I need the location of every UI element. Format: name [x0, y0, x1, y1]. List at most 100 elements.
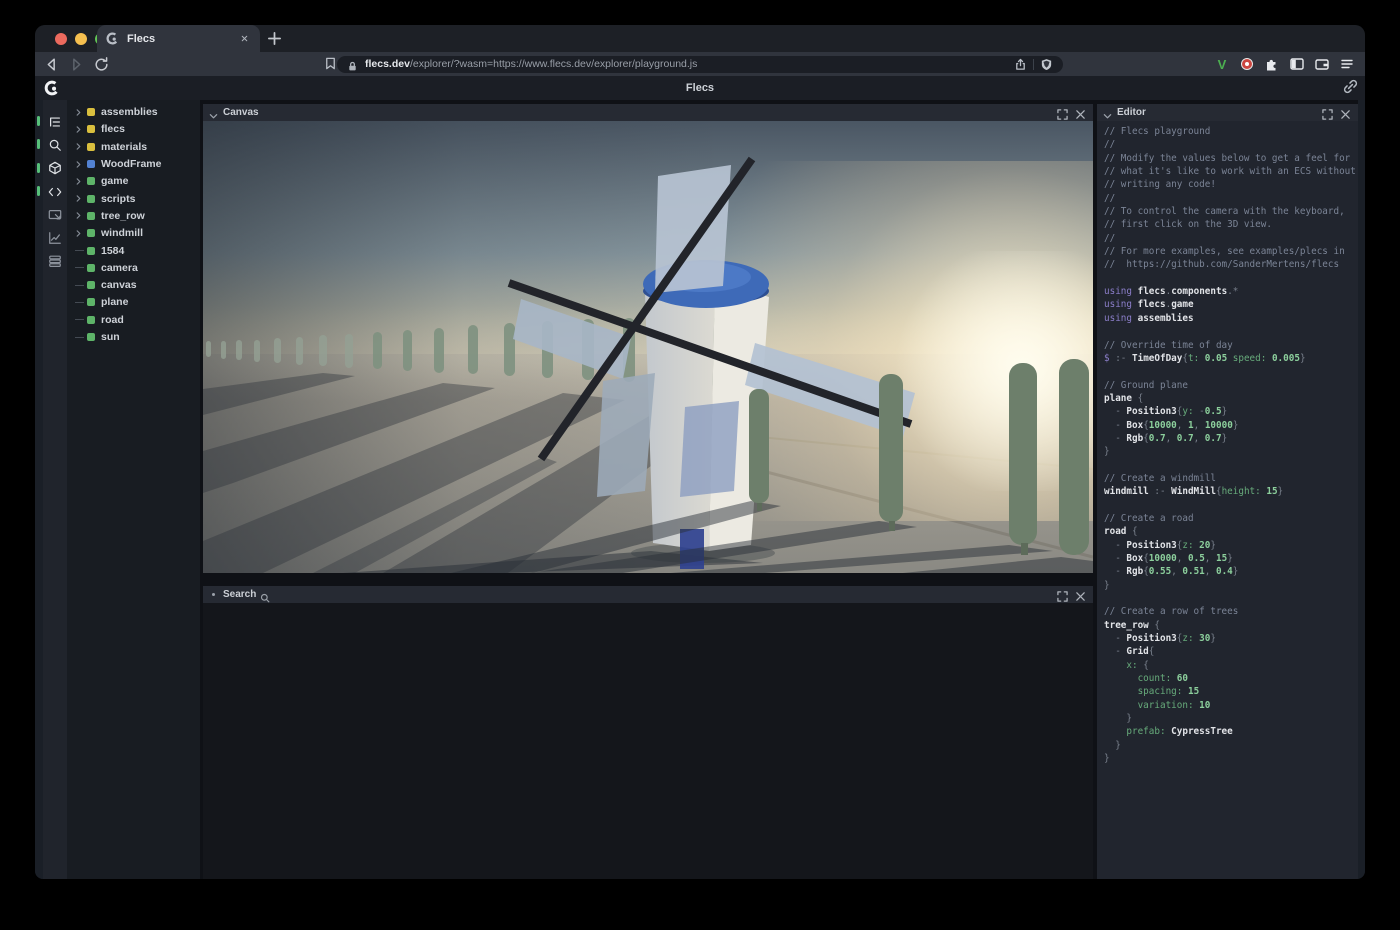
active-indicator	[37, 139, 40, 149]
entity-label: canvas	[101, 279, 137, 291]
logs-icon[interactable]	[43, 250, 67, 273]
close-icon[interactable]	[1340, 107, 1351, 118]
editor-panel-title: Editor	[1117, 107, 1146, 118]
code-line: //	[1104, 192, 1358, 205]
tree-item[interactable]: tree_row	[67, 207, 200, 224]
code-line: prefab: CypressTree	[1104, 725, 1358, 738]
code-line: - Position3{z: 20}	[1104, 539, 1358, 552]
chevron-right-icon[interactable]	[75, 230, 86, 237]
tree-guide-dash	[75, 319, 86, 320]
expand-icon[interactable]	[1322, 107, 1333, 118]
url-path: /explorer/?wasm=https://www.flecs.dev/ex…	[410, 58, 697, 70]
entity-color-square	[87, 264, 95, 272]
back-icon[interactable]	[43, 56, 60, 73]
adblock-extension-icon[interactable]	[1239, 56, 1255, 72]
code-line: // For more examples, see examples/plecs…	[1104, 245, 1358, 258]
browser-tab[interactable]: Flecs	[97, 25, 260, 52]
hierarchy-icon[interactable]	[43, 110, 67, 133]
search-panel-body[interactable]	[203, 603, 1093, 879]
code-line: // To control the camera with the keyboa…	[1104, 205, 1358, 218]
new-tab-icon[interactable]	[267, 31, 282, 46]
entity-color-square	[87, 316, 95, 324]
tree-guide-dash	[75, 337, 86, 338]
chevron-down-icon[interactable]	[1103, 108, 1112, 117]
code-line: }	[1104, 579, 1358, 592]
search-icon[interactable]	[43, 133, 67, 156]
tree-item[interactable]: road	[67, 311, 200, 328]
chevron-right-icon[interactable]	[75, 212, 86, 219]
code-line: using flecs.components.*	[1104, 285, 1358, 298]
tree-item[interactable]: canvas	[67, 276, 200, 293]
close-icon[interactable]	[1075, 107, 1086, 118]
brave-shield-icon[interactable]	[1040, 58, 1053, 71]
browser-tab-bar: Flecs	[35, 25, 1365, 52]
entity-color-square	[87, 247, 95, 255]
minimize-window-button[interactable]	[75, 33, 87, 45]
sidebar-icon[interactable]	[1289, 56, 1305, 72]
entity-label: flecs	[101, 123, 125, 135]
browser-window: Flecs flecs.dev/explorer/?wasm=https://w…	[35, 25, 1365, 879]
chart-icon[interactable]	[43, 226, 67, 249]
tree-item[interactable]: flecs	[67, 121, 200, 138]
code-line	[1104, 365, 1358, 378]
forward-icon[interactable]	[68, 56, 85, 73]
entity-color-square	[87, 195, 95, 203]
collapsed-bullet-icon[interactable]	[212, 593, 215, 596]
search-panel-title: Search	[223, 589, 256, 600]
chevron-down-icon[interactable]	[209, 108, 218, 117]
close-window-button[interactable]	[55, 33, 67, 45]
reload-icon[interactable]	[93, 56, 110, 73]
flecs-favicon-icon	[105, 31, 120, 46]
code-line	[1104, 499, 1358, 512]
code-line: // Create a row of trees	[1104, 605, 1358, 618]
link-icon[interactable]	[1343, 79, 1358, 94]
code-line: road {	[1104, 525, 1358, 538]
code-line: plane {	[1104, 392, 1358, 405]
bookmark-icon[interactable]	[323, 56, 338, 71]
tree-item[interactable]: camera	[67, 259, 200, 276]
tree-item[interactable]: materials	[67, 138, 200, 155]
tree-item[interactable]: assemblies	[67, 104, 200, 121]
chevron-right-icon[interactable]	[75, 143, 86, 150]
code-editor[interactable]: // Flecs playground//// Modify the value…	[1097, 121, 1358, 879]
active-indicator	[37, 116, 40, 126]
tree-item[interactable]: game	[67, 173, 200, 190]
code-line: }	[1104, 752, 1358, 765]
tree-item[interactable]: plane	[67, 294, 200, 311]
close-icon[interactable]	[1075, 589, 1086, 600]
entity-color-square	[87, 333, 95, 341]
chevron-right-icon[interactable]	[75, 109, 86, 116]
entity-color-square	[87, 160, 95, 168]
tree-item[interactable]: sun	[67, 328, 200, 345]
entity-color-square	[87, 143, 95, 151]
entity-color-square	[87, 281, 95, 289]
tree-item[interactable]: scripts	[67, 190, 200, 207]
entity-tree: assemblies flecs materialsWoodFramegamescr…	[67, 100, 200, 879]
code-line: using assemblies	[1104, 312, 1358, 325]
chevron-right-icon[interactable]	[75, 126, 86, 133]
tree-item[interactable]: 1584	[67, 242, 200, 259]
chevron-right-icon[interactable]	[75, 178, 86, 185]
code-line: // what it's like to work with an ECS wi…	[1104, 165, 1358, 178]
vimium-extension-icon[interactable]: V	[1214, 56, 1230, 72]
tab-close-icon[interactable]	[237, 31, 252, 46]
canvas-3d-scene[interactable]	[203, 121, 1093, 573]
screen-share-icon[interactable]	[43, 203, 67, 226]
chevron-right-icon[interactable]	[75, 161, 86, 168]
expand-icon[interactable]	[1057, 589, 1068, 600]
address-bar[interactable]: flecs.dev/explorer/?wasm=https://www.fle…	[337, 56, 1063, 73]
expand-icon[interactable]	[1057, 107, 1068, 118]
tree-item[interactable]: WoodFrame	[67, 155, 200, 172]
browser-toolbar: flecs.dev/explorer/?wasm=https://www.fle…	[35, 52, 1365, 76]
cube-icon[interactable]	[43, 157, 67, 180]
lock-icon	[347, 59, 358, 70]
chevron-right-icon[interactable]	[75, 195, 86, 202]
tree-item[interactable]: windmill	[67, 225, 200, 242]
share-icon[interactable]	[1014, 58, 1027, 71]
code-line: variation: 10	[1104, 699, 1358, 712]
wallet-icon[interactable]	[1314, 56, 1330, 72]
code-icon[interactable]	[43, 180, 67, 203]
extensions-puzzle-icon[interactable]	[1264, 56, 1280, 72]
menu-icon[interactable]	[1339, 56, 1355, 72]
tree-guide-dash	[75, 302, 86, 303]
